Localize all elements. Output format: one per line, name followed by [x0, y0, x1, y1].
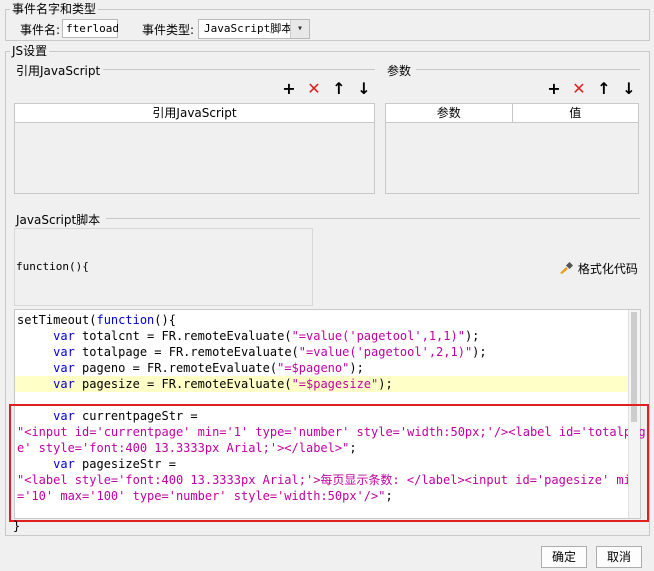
delete-icon[interactable]: ✕ [570, 80, 588, 98]
arrow-down-icon[interactable]: ↓ [620, 80, 638, 98]
params-label: 参数 [387, 64, 412, 78]
code-token: ); [464, 329, 480, 343]
event-type-select[interactable]: JavaScript脚本 ▾ [198, 19, 310, 39]
ref-js-table-header: 引用JavaScript [15, 104, 374, 123]
code-token: var [53, 377, 75, 391]
code-token: "=$pagesize" [291, 377, 379, 391]
value-column-header[interactable]: 值 [513, 104, 639, 122]
event-type-value: JavaScript脚本 [204, 22, 293, 35]
ref-js-label: 引用JavaScript [16, 64, 101, 78]
event-name-label: 事件名: [20, 23, 61, 37]
code-token: "=$pageno" [277, 361, 350, 375]
format-code-label: 格式化代码 [577, 262, 638, 276]
code-token: totalpage = FR.remoteEvaluate( [74, 345, 299, 359]
code-token: ); [378, 377, 393, 391]
code-token: ); [472, 345, 487, 359]
arrow-down-icon[interactable]: ↓ [355, 80, 373, 98]
code-token: (){ [154, 313, 176, 327]
format-code-button[interactable]: 格式化代码 [558, 260, 638, 277]
code-token: ); [349, 361, 364, 375]
code-token: var [53, 345, 75, 359]
arrow-up-icon[interactable]: ↑ [330, 80, 348, 98]
arrow-up-icon[interactable]: ↑ [595, 80, 613, 98]
code-token: pageno = FR.remoteEvaluate( [74, 361, 278, 375]
code-line: var pagesize = FR.remoteEvaluate("=$page… [15, 376, 628, 392]
ref-js-column-header[interactable]: 引用JavaScript [15, 104, 374, 122]
plus-icon[interactable]: + [545, 80, 563, 98]
event-group-title: 事件名字和类型 [10, 2, 99, 16]
code-line: var totalcnt = FR.remoteEvaluate("=value… [15, 328, 628, 344]
code-line: setTimeout(function(){ [15, 312, 628, 328]
function-header: function(){ [16, 260, 89, 273]
script-label: JavaScript脚本 [16, 213, 101, 227]
plus-icon[interactable]: + [280, 80, 298, 98]
js-group-title: JS设置 [10, 44, 50, 58]
code-token: "=value('pagetool',2,1)" [298, 345, 473, 359]
params-table[interactable]: 参数 值 [385, 103, 639, 194]
ok-button[interactable]: 确定 [541, 546, 587, 568]
code-token: var [53, 329, 75, 343]
ref-js-table[interactable]: 引用JavaScript [14, 103, 375, 194]
brush-icon [558, 261, 574, 275]
chevron-down-icon[interactable]: ▾ [290, 20, 309, 38]
ref-js-separator [103, 69, 375, 70]
params-separator [416, 69, 640, 70]
code-line: var pageno = FR.remoteEvaluate("=$pageno… [15, 360, 628, 376]
event-name-field[interactable]: fterload [62, 19, 119, 38]
params-table-header: 参数 值 [386, 104, 638, 123]
code-token: totalcnt = FR.remoteEvaluate( [74, 329, 292, 343]
code-token: pagesize = FR.remoteEvaluate( [74, 377, 292, 391]
event-type-label: 事件类型: [142, 23, 195, 37]
code-line: var totalpage = FR.remoteEvaluate("=valu… [15, 344, 628, 360]
closing-brace: } [13, 519, 21, 533]
code-token: function [96, 313, 155, 327]
code-token: setTimeout( [17, 313, 97, 327]
delete-icon[interactable]: ✕ [305, 80, 323, 98]
highlight-box [9, 404, 649, 522]
script-separator [106, 218, 640, 219]
cancel-button[interactable]: 取消 [596, 546, 642, 568]
code-token: var [53, 361, 75, 375]
params-column-header[interactable]: 参数 [386, 104, 513, 122]
code-token: "=value('pagetool',1,1)" [291, 329, 465, 343]
